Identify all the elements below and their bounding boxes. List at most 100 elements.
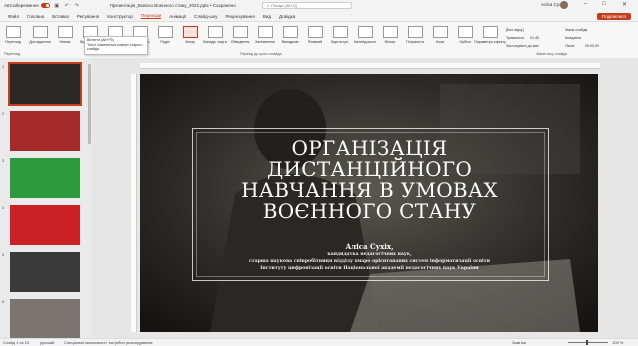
slide-number: 1 <box>2 64 5 69</box>
tooltip: Витягти (Alt+F5) Текст з'являється повер… <box>84 36 148 55</box>
transition-option[interactable]: Немає <box>55 26 75 52</box>
minimize-icon[interactable]: – <box>584 1 587 7</box>
menu-item[interactable]: Конструктор <box>107 14 133 19</box>
duration-input[interactable]: 01,40 <box>530 36 539 40</box>
transition-option[interactable]: Випадкові <box>280 26 300 52</box>
thumbnail-scrollbar[interactable] <box>88 64 91 144</box>
transition-option[interactable]: Калейдоскоп <box>354 26 376 52</box>
zoom-level[interactable]: 105 % <box>612 340 623 345</box>
sound-select[interactable]: [Без звуку] <box>506 28 524 32</box>
menu-bar: Файл Головна Вставка Рисування Конструктор Пе… <box>0 11 638 22</box>
author-degree: кандидатка педагогічних наук, <box>327 252 412 257</box>
after-input[interactable]: 00:00,00 <box>585 44 599 48</box>
slide-number: 5 <box>2 252 5 257</box>
preview-button[interactable]: Перегляд <box>3 26 23 52</box>
transition-option[interactable]: Орбіта <box>455 26 475 52</box>
transition-option[interactable]: Потрапити <box>405 26 425 52</box>
transition-option[interactable]: Поділ <box>155 26 175 52</box>
notes-button[interactable]: Замітки <box>512 340 526 345</box>
transition-icon <box>457 26 473 38</box>
transition-option[interactable]: Обведення <box>230 26 250 52</box>
autosave[interactable]: Автозбереження <box>4 3 50 8</box>
group-transition-label: Перехід до цього слайда <box>240 52 282 56</box>
duration-label: Тривалість: <box>506 36 526 40</box>
current-slide[interactable]: ОРГАНІЗАЦІЯ ДИСТАНЦІЙНОГО НАВЧАННЯ В УМО… <box>140 74 598 332</box>
autosave-toggle[interactable] <box>40 3 50 8</box>
search-icon: ⌕ <box>267 3 270 8</box>
maximize-icon[interactable]: □ <box>602 1 606 7</box>
transition-label: Знизу <box>185 40 195 44</box>
transition-option[interactable]: Знизу <box>180 26 200 52</box>
slide-thumbnail[interactable] <box>10 158 80 198</box>
transition-label: Дослідження <box>29 40 51 44</box>
transition-label: Потрапити <box>406 40 424 44</box>
preview-icon <box>5 26 21 38</box>
transition-label: Фільтр <box>384 40 396 44</box>
transition-option[interactable]: Плавний <box>305 26 325 52</box>
menu-item[interactable]: Довідка <box>279 14 295 19</box>
slide-thumbnail[interactable] <box>10 111 80 151</box>
search-input[interactable]: ⌕ Пошук (Alt+Q) <box>262 2 352 9</box>
ribbon: Перегляд ДослідженняНемаєВідомленняЗатух… <box>0 22 638 59</box>
zoom-slider-handle[interactable] <box>586 340 588 345</box>
menu-item[interactable]: Рисування <box>77 14 99 19</box>
menu-item[interactable]: Вставка <box>52 14 69 19</box>
save-icon[interactable]: ▣ <box>54 3 60 9</box>
menu-item[interactable]: Анімації <box>169 14 186 19</box>
slide-number: 3 <box>2 158 5 163</box>
effect-options-button[interactable]: Параметри ефекту <box>474 26 506 52</box>
accessibility-status[interactable]: Спеціальні можливості: потрібно розсліду… <box>64 340 152 345</box>
title-line: ДИСТАНЦІЙНОГО <box>266 157 473 181</box>
on-click-checkbox[interactable]: Клацання <box>565 36 581 40</box>
zoom-slider[interactable] <box>568 342 608 343</box>
menu-item[interactable]: Переходи <box>140 13 162 19</box>
share-label: Поділитися <box>602 14 626 19</box>
transition-option[interactable]: Фільтр <box>380 26 400 52</box>
language-indicator[interactable]: русский <box>40 340 54 345</box>
slide-number: 6 <box>2 299 5 304</box>
close-icon[interactable]: ✕ <box>622 1 627 8</box>
slide-number: 4 <box>2 205 5 210</box>
transition-icon <box>32 26 48 38</box>
apply-all-button[interactable]: Застосувати до всіх <box>506 44 539 48</box>
transition-option[interactable]: Дослідження <box>29 26 51 52</box>
slide-thumbnail[interactable] <box>10 252 80 292</box>
transition-option[interactable]: Випадк. смуги <box>203 26 227 52</box>
transition-icon <box>382 26 398 38</box>
transition-label: Поділ <box>160 40 170 44</box>
title-line: НАВЧАННЯ В УМОВАХ <box>241 178 498 202</box>
menu-item[interactable]: Рецензування <box>226 14 255 19</box>
slide-title[interactable]: ОРГАНІЗАЦІЯ ДИСТАНЦІЙНОГО НАВЧАННЯ В УМО… <box>192 138 547 222</box>
menu-item[interactable]: Слайд-шоу <box>194 14 217 19</box>
menu-item[interactable]: Файл <box>8 14 19 19</box>
transition-icon <box>407 26 423 38</box>
slide-thumbnail[interactable] <box>10 299 80 338</box>
horizontal-ruler <box>140 63 600 69</box>
menu-item[interactable]: Вид <box>263 14 271 19</box>
slide-thumbnail[interactable] <box>8 62 82 106</box>
undo-icon[interactable]: ↶ <box>64 3 70 9</box>
transition-label: Немає <box>59 40 71 44</box>
transition-icon <box>357 26 373 38</box>
avatar[interactable] <box>560 1 568 9</box>
transition-label: Випадкові <box>281 40 299 44</box>
transition-icon <box>282 26 298 38</box>
slide-thumbnail[interactable] <box>10 205 80 245</box>
menu-item[interactable]: Головна <box>27 14 44 19</box>
transition-option[interactable]: Кола <box>430 26 450 52</box>
document-title: Презентація_Вовсно Военного стану_2022.p… <box>109 3 236 8</box>
after-label: Після: <box>565 44 576 48</box>
share-button[interactable]: Поділитися <box>597 13 631 20</box>
transition-option[interactable]: Затемнення <box>255 26 275 52</box>
redo-icon[interactable]: ↷ <box>74 3 80 9</box>
transition-label: Обведення <box>230 40 250 44</box>
transition-icon <box>207 26 223 38</box>
author-name[interactable]: Аліса Сухіх, <box>192 242 547 251</box>
transition-icon <box>182 26 198 38</box>
transition-option[interactable]: Картостул. <box>330 26 350 52</box>
transition-label: Затемнення <box>254 40 276 44</box>
slide-number: 2 <box>2 111 5 116</box>
group-timing-label: Зміна часу слайда <box>536 52 567 56</box>
transition-icon <box>157 26 173 38</box>
author-position: старша наукова співробітниця відділу хма… <box>248 259 491 264</box>
